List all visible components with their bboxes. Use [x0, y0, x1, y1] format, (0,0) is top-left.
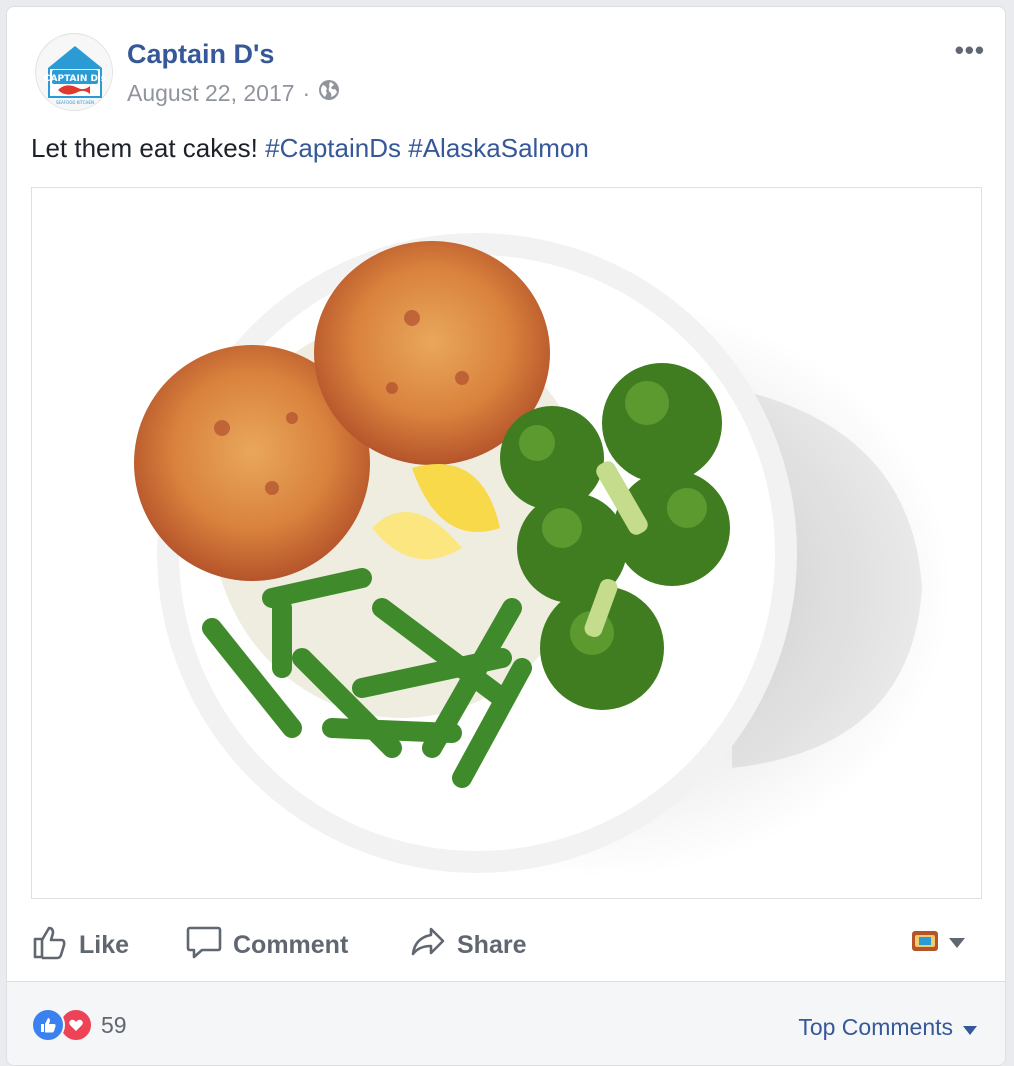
- share-icon: [409, 923, 447, 968]
- audience-icon: [911, 927, 939, 960]
- reaction-count: 59: [101, 1011, 127, 1038]
- captain-ds-logo: CAPTAIN D's SEAFOOD KITCHEN: [37, 35, 112, 110]
- salmon-cakes-plate-image: [134, 233, 952, 878]
- comment-icon: [185, 923, 223, 968]
- share-button[interactable]: Share: [409, 923, 526, 968]
- hashtag-alaskasalmon[interactable]: #AlaskaSalmon: [408, 133, 589, 163]
- post-actions: Like Comment Share: [31, 917, 981, 967]
- page-name-link[interactable]: Captain D's: [127, 39, 274, 70]
- post-message: Let them eat cakes! #CaptainDs #AlaskaSa…: [31, 133, 589, 164]
- post-meta: August 22, 2017 ·: [127, 79, 340, 107]
- hashtag-captainds[interactable]: #CaptainDs: [265, 133, 401, 163]
- like-reaction-icon: [31, 1008, 65, 1042]
- page-avatar[interactable]: CAPTAIN D's SEAFOOD KITCHEN: [35, 33, 113, 111]
- post-as-selector[interactable]: [911, 927, 965, 960]
- share-label: Share: [457, 931, 527, 959]
- post-card: CAPTAIN D's SEAFOOD KITCHEN Captain D's …: [6, 6, 1006, 1066]
- post-text: Let them eat cakes!: [31, 133, 258, 163]
- comment-label: Comment: [233, 931, 349, 959]
- comment-button[interactable]: Comment: [185, 923, 348, 968]
- meta-separator: ·: [302, 79, 311, 106]
- like-button[interactable]: Like: [31, 923, 129, 968]
- post-date-link[interactable]: August 22, 2017: [127, 80, 295, 107]
- logo-wordmark: CAPTAIN D's: [44, 74, 106, 84]
- reaction-summary[interactable]: 59: [31, 1008, 127, 1042]
- post-header: CAPTAIN D's SEAFOOD KITCHEN Captain D's …: [31, 31, 984, 121]
- more-options-icon[interactable]: •••: [955, 35, 985, 66]
- caret-down-icon: [963, 1014, 977, 1041]
- comment-sort-label: Top Comments: [798, 1014, 953, 1040]
- globe-icon[interactable]: [318, 79, 340, 107]
- like-icon: [31, 923, 69, 968]
- caret-down-icon: [949, 935, 965, 953]
- post-footer: 59 Top Comments: [7, 981, 1005, 1065]
- post-photo[interactable]: [31, 187, 982, 899]
- comment-sort-dropdown[interactable]: Top Comments: [798, 1014, 977, 1041]
- like-label: Like: [79, 931, 130, 959]
- logo-subtext: SEAFOOD KITCHEN: [56, 100, 94, 105]
